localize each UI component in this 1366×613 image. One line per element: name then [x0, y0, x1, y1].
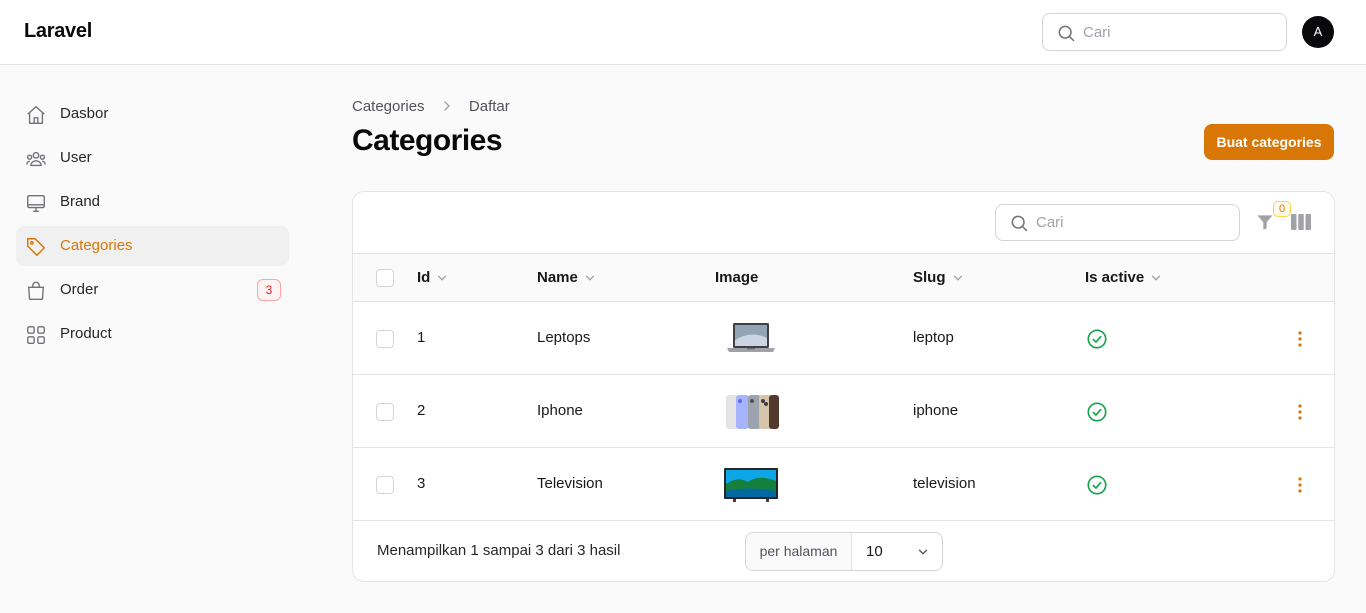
column-is-active-label: Is active — [1085, 269, 1145, 286]
sidebar-item-dasbor[interactable]: Dasbor — [16, 94, 289, 134]
table-search-input[interactable] — [1036, 205, 1231, 240]
user-avatar[interactable]: A — [1302, 16, 1334, 48]
sidebar-item-product[interactable]: Product — [16, 314, 289, 354]
page-title: Categories — [352, 124, 503, 157]
chevron-right-icon — [444, 101, 450, 111]
row-checkbox[interactable] — [376, 403, 394, 421]
more-vertical-icon[interactable] — [1291, 329, 1309, 349]
table-row[interactable]: 1 Leptops leptop — [353, 302, 1334, 375]
sidebar: Dasbor User Brand Categories Order 3 Pro… — [16, 94, 289, 358]
sidebar-item-label: Dasbor — [60, 105, 109, 122]
breadcrumb-current: Daftar — [468, 97, 510, 115]
column-is-active[interactable]: Is active — [1085, 269, 1163, 286]
laptop-thumbnail — [727, 323, 775, 352]
more-vertical-icon[interactable] — [1291, 402, 1309, 422]
chevron-down-icon — [918, 549, 928, 555]
sidebar-item-label: Brand — [60, 193, 101, 210]
cell-slug: leptop — [913, 329, 954, 346]
television-thumbnail — [724, 468, 778, 502]
table-search[interactable] — [995, 204, 1240, 241]
chevron-down-icon — [438, 275, 447, 281]
breadcrumb: Categories Daftar — [352, 97, 510, 115]
cell-name: Leptops — [537, 329, 591, 346]
column-image: Image — [715, 269, 759, 286]
brand-logo[interactable]: Laravel — [24, 20, 92, 43]
column-slug-label: Slug — [913, 269, 946, 286]
cell-name: Television — [537, 475, 603, 492]
column-id-label: Id — [417, 269, 431, 286]
sidebar-item-label: User — [60, 149, 92, 166]
categories-table: 0 Id Name Image Slug Is active 1 Leptops… — [352, 191, 1335, 582]
sidebar-item-label: Categories — [60, 237, 133, 254]
sidebar-item-label: Product — [60, 325, 112, 342]
top-bar: Laravel A — [0, 0, 1366, 65]
chevron-down-icon — [585, 275, 595, 281]
order-count-badge: 3 — [257, 279, 281, 301]
breadcrumb-parent[interactable]: Categories — [352, 98, 425, 115]
grid-icon — [27, 326, 45, 344]
cell-slug: television — [913, 475, 976, 492]
select-all-checkbox[interactable] — [376, 269, 394, 287]
check-circle-icon — [1087, 402, 1107, 422]
row-checkbox[interactable] — [376, 476, 394, 494]
chevron-down-icon — [1152, 275, 1161, 281]
table-row[interactable]: 2 Iphone iphone — [353, 375, 1334, 448]
per-page-label: per halaman — [746, 533, 852, 570]
table-row[interactable]: 3 Television television — [353, 448, 1334, 521]
check-circle-icon — [1087, 329, 1107, 349]
chevron-down-icon — [953, 275, 962, 281]
tag-icon — [27, 238, 45, 256]
columns-toggle-icon[interactable] — [1291, 213, 1311, 231]
per-page-select[interactable]: per halaman 10 — [745, 532, 943, 571]
more-vertical-icon[interactable] — [1291, 475, 1309, 495]
cell-name: Iphone — [537, 402, 583, 419]
filter-icon[interactable] — [1255, 212, 1275, 232]
sidebar-item-label: Order — [60, 281, 99, 298]
sidebar-item-categories[interactable]: Categories — [16, 226, 289, 266]
column-slug[interactable]: Slug — [913, 269, 965, 286]
users-icon — [26, 151, 46, 167]
cell-id: 3 — [417, 475, 426, 492]
cell-id: 2 — [417, 402, 426, 419]
row-checkbox[interactable] — [376, 330, 394, 348]
sidebar-item-brand[interactable]: Brand — [16, 182, 289, 222]
global-search[interactable] — [1042, 13, 1287, 51]
monitor-icon — [27, 194, 45, 212]
column-name-label: Name — [537, 269, 578, 286]
create-category-button[interactable]: Buat categories — [1204, 124, 1334, 160]
search-icon — [1011, 215, 1028, 232]
sidebar-item-user[interactable]: User — [16, 138, 289, 178]
phones-thumbnail — [726, 395, 779, 429]
shopping-bag-icon — [27, 281, 45, 300]
sidebar-item-order[interactable]: Order 3 — [16, 270, 289, 310]
check-circle-icon — [1087, 475, 1107, 495]
cell-id: 1 — [417, 329, 426, 346]
filter-count-badge: 0 — [1273, 201, 1291, 217]
search-icon — [1058, 25, 1075, 42]
pagination-summary: Menampilkan 1 sampai 3 dari 3 hasil — [377, 542, 621, 559]
column-id[interactable]: Id — [417, 269, 449, 286]
home-icon — [27, 106, 45, 124]
column-name[interactable]: Name — [537, 269, 597, 286]
cell-slug: iphone — [913, 402, 959, 419]
table-header: Id Name Image Slug Is active — [353, 253, 1334, 302]
global-search-input[interactable] — [1083, 14, 1278, 50]
per-page-value: 10 — [866, 543, 883, 560]
